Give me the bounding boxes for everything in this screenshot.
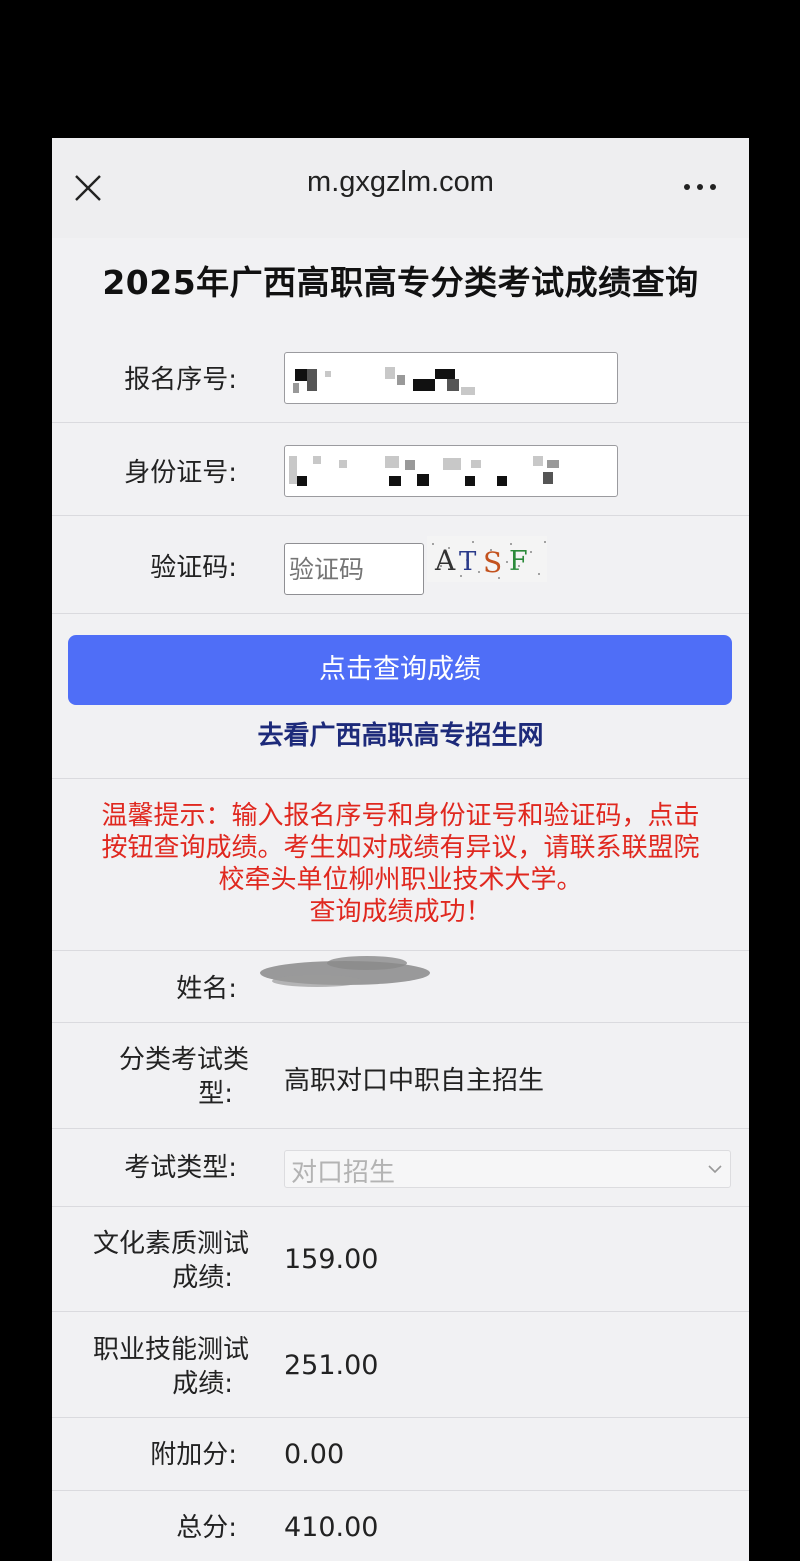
reg-no-label: 报名序号: <box>124 365 237 395</box>
skill-label-line: 职业技能测试 <box>92 1335 249 1365</box>
chevron-down-icon <box>708 1161 722 1175</box>
category-label-line: 型: <box>198 1079 233 1109</box>
captcha-char: F <box>509 546 528 577</box>
skill-score-label: 职业技能测试 成绩: <box>72 1333 249 1401</box>
id-no-input[interactable] <box>284 445 618 497</box>
category-label: 分类考试类 型: <box>82 1043 249 1111</box>
skill-score-value: 251.00 <box>284 1350 379 1381</box>
category-label-line: 分类考试类 <box>118 1045 249 1075</box>
redacted-name <box>257 951 432 991</box>
culture-score-value: 159.00 <box>284 1244 379 1275</box>
culture-score-label: 文化素质测试 成绩: <box>72 1227 249 1295</box>
page-title: 2025年广西高职高专分类考试成绩查询 <box>102 263 699 302</box>
captcha-char: T <box>459 547 477 577</box>
browser-topbar: m.gxgzlm.com <box>52 138 749 238</box>
exam-type-value: 对口招生 <box>291 1158 396 1188</box>
admissions-site-link[interactable]: 去看广西高职高专招生网 <box>52 715 749 752</box>
notice-success: 查询成绩成功！ <box>309 897 492 927</box>
bonus-value: 0.00 <box>284 1439 345 1470</box>
notice-line: 按钮查询成绩。考生如对成绩有异议，请联系联盟院 <box>101 833 700 863</box>
name-label: 姓名: <box>176 974 237 1004</box>
query-score-button[interactable]: 点击查询成绩 <box>68 635 732 705</box>
skill-label-line: 成绩: <box>172 1369 233 1399</box>
exam-type-select[interactable]: 对口招生 <box>284 1150 731 1188</box>
captcha-input[interactable] <box>284 543 424 595</box>
url-text: m.gxgzlm.com <box>307 166 494 198</box>
captcha-label: 验证码: <box>150 553 237 583</box>
total-value: 410.00 <box>284 1512 379 1543</box>
culture-label-line: 成绩: <box>172 1263 233 1293</box>
notice-line: 校牵头单位柳州职业技术大学。 <box>218 865 583 895</box>
category-value: 高职对口中职自主招生 <box>284 1066 545 1096</box>
notice-line: 温馨提示：输入报名序号和身份证号和验证码，点击 <box>101 801 700 831</box>
total-label: 总分: <box>176 1513 237 1543</box>
page: m.gxgzlm.com 2025年广西高职高专分类考试成绩查询 报名序号: 身… <box>52 138 749 1561</box>
reg-no-input[interactable] <box>284 352 618 404</box>
captcha-image[interactable]: A T S F <box>427 536 547 582</box>
exam-type-label: 考试类型: <box>124 1153 237 1183</box>
bonus-label: 附加分: <box>150 1440 237 1470</box>
id-no-label: 身份证号: <box>124 458 237 488</box>
more-icon[interactable] <box>680 176 720 196</box>
culture-label-line: 文化素质测试 <box>92 1229 249 1259</box>
captcha-char: S <box>483 546 502 579</box>
captcha-char: A <box>434 544 456 577</box>
notice-text: 温馨提示：输入报名序号和身份证号和验证码，点击 按钮查询成绩。考生如对成绩有异议… <box>72 800 729 928</box>
